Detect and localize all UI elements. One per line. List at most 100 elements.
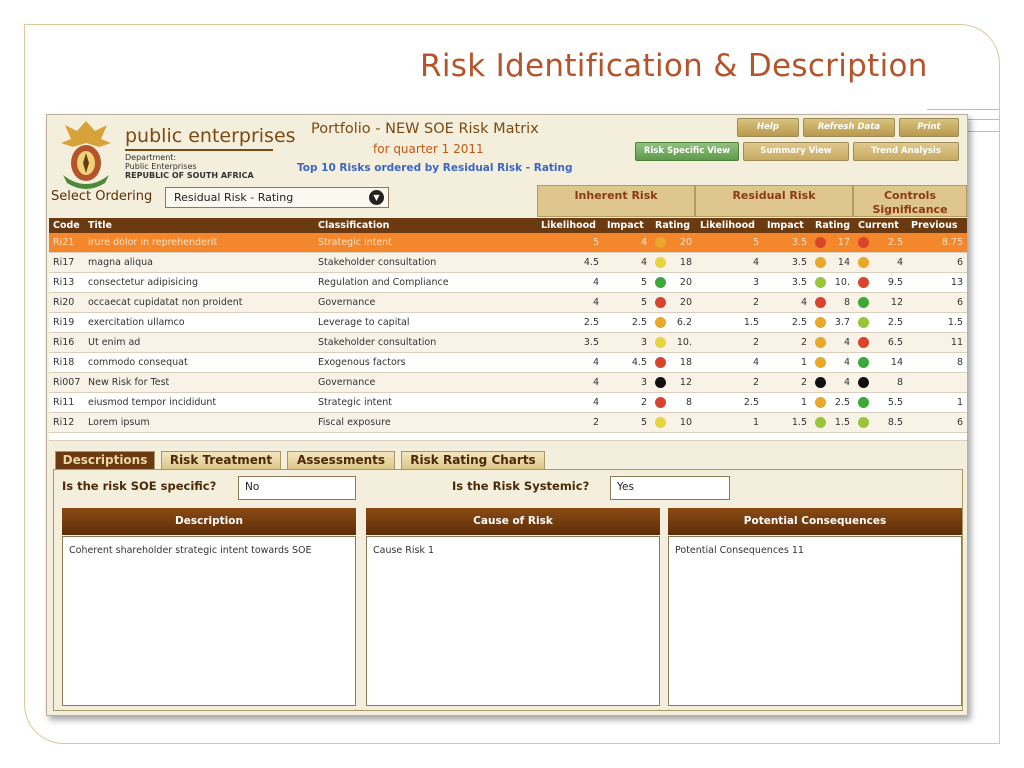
col-title[interactable]: Title — [84, 218, 314, 233]
residual-rating: 14 — [811, 253, 854, 272]
residual-impact: 2 — [800, 337, 807, 348]
residual-impact: 1 — [800, 397, 807, 408]
potential-consequences-textarea[interactable]: Potential Consequences 11 — [668, 536, 962, 706]
help-button[interactable]: Help — [737, 118, 799, 137]
table-row[interactable]: Ri21 irure dolor in reprehenderit Strategi… — [49, 233, 967, 253]
risk-classification: Stakeholder consultation — [318, 337, 437, 348]
trend-analysis-button[interactable]: Trend Analysis — [853, 142, 959, 161]
table-row[interactable]: Ri20 occaecat cupidatat non proident Gover… — [49, 293, 967, 313]
description-textarea[interactable]: Coherent shareholder strategic intent to… — [62, 536, 356, 706]
control-status-icon — [858, 397, 869, 408]
description-header: Description — [62, 508, 356, 535]
table-row[interactable]: Ri17 magna aliqua Stakeholder consultation… — [49, 253, 967, 273]
inherent-rating-value: 10 — [679, 417, 692, 428]
table-row[interactable]: Ri19 exercitation ullamco Leverage to capi… — [49, 313, 967, 333]
table-row[interactable]: Ri11 eiusmod tempor incididunt Strategic i… — [49, 393, 967, 413]
risk-code: Ri007 — [53, 377, 81, 388]
table-row[interactable]: Ri007 New Risk for Test Governance 4 3 12 2 2 4 8 — [49, 373, 967, 393]
col-residual-likelihood[interactable]: Likelihood — [696, 218, 763, 233]
residual-impact: 3.5 — [791, 277, 807, 288]
previous-control: 6 — [956, 297, 963, 308]
risk-table: Code Title Classification Likelihood Imp… — [49, 218, 967, 441]
residual-likelihood: 3 — [752, 277, 759, 288]
residual-rating-value: 3.7 — [834, 317, 850, 328]
risk-classification: Governance — [318, 297, 376, 308]
tab-assessments[interactable]: Assessments — [287, 451, 395, 469]
risk-code: Ri18 — [53, 357, 75, 368]
risk-title: irure dolor in reprehenderit — [88, 237, 218, 248]
refresh-data-button[interactable]: Refresh Data — [803, 118, 895, 137]
inherent-impact: 4 — [640, 237, 647, 248]
col-classification[interactable]: Classification — [314, 218, 537, 233]
quarter-label: for quarter 1 2011 — [373, 142, 484, 156]
residual-rating: 3.7 — [811, 313, 854, 332]
inherent-rating-value: 20 — [679, 277, 692, 288]
table-row[interactable]: Ri18 commodo consequat Exogenous factors 4 4… — [49, 353, 967, 373]
residual-rating-value: 17 — [837, 237, 850, 248]
current-control: 9.5 — [854, 273, 907, 292]
control-status-icon — [858, 317, 869, 328]
previous-control: 11 — [950, 337, 963, 348]
summary-view-button[interactable]: Summary View — [743, 142, 849, 161]
risk-title: commodo consequat — [88, 357, 188, 368]
rating-status-icon — [815, 337, 826, 348]
rating-status-icon — [815, 357, 826, 368]
inherent-impact: 2 — [640, 397, 647, 408]
inherent-likelihood: 2.5 — [583, 317, 599, 328]
inherent-rating-value: 8 — [685, 397, 692, 408]
tab-risk-treatment[interactable]: Risk Treatment — [161, 451, 281, 469]
cause-of-risk-textarea[interactable]: Cause Risk 1 — [366, 536, 660, 706]
current-control: 5.5 — [854, 393, 907, 412]
col-inherent-rating[interactable]: Rating — [651, 218, 696, 233]
inherent-rating-value: 12 — [679, 377, 692, 388]
inherent-rating: 10. — [651, 333, 696, 352]
tab-descriptions[interactable]: Descriptions — [55, 451, 155, 469]
col-code[interactable]: Code — [49, 218, 84, 233]
previous-control: 1 — [956, 397, 963, 408]
col-previous[interactable]: Previous — [907, 218, 967, 233]
current-control-value: 2.5 — [887, 317, 903, 328]
previous-control: 1.5 — [947, 317, 963, 328]
col-current[interactable]: Current — [854, 218, 907, 233]
col-residual-impact[interactable]: Impact — [763, 218, 811, 233]
inherent-rating: 6.2 — [651, 313, 696, 332]
risk-matrix-app: public enterprises Department: Public En… — [46, 114, 968, 716]
col-residual-rating[interactable]: Rating — [811, 218, 854, 233]
inherent-risk-header: Inherent Risk — [537, 185, 695, 217]
residual-rating: 10. — [811, 273, 854, 292]
table-row[interactable]: Ri16 Ut enim ad Stakeholder consultation 3.… — [49, 333, 967, 353]
residual-rating: 1.5 — [811, 413, 854, 432]
risk-specific-view-button[interactable]: Risk Specific View — [635, 142, 739, 161]
table-row[interactable]: Ri13 consectetur adipisicing Regulation an… — [49, 273, 967, 293]
rating-status-icon — [655, 277, 666, 288]
tab-risk-rating-charts[interactable]: Risk Rating Charts — [401, 451, 545, 469]
residual-likelihood: 4 — [752, 357, 759, 368]
risk-code: Ri13 — [53, 277, 75, 288]
systemic-field[interactable]: Yes — [610, 476, 730, 500]
col-inherent-impact[interactable]: Impact — [603, 218, 651, 233]
rating-status-icon — [655, 337, 666, 348]
current-control: 4 — [854, 253, 907, 272]
inherent-rating-value: 6.2 — [676, 317, 692, 328]
residual-risk-header: Residual Risk — [695, 185, 853, 217]
previous-control: 8 — [956, 357, 963, 368]
inherent-impact: 2.5 — [631, 317, 647, 328]
soe-specific-field[interactable]: No — [238, 476, 356, 500]
current-control: 2.5 — [854, 313, 907, 332]
inherent-rating-value: 10. — [676, 337, 692, 348]
table-row[interactable]: Ri12 Lorem ipsum Fiscal exposure 2 5 10 1 1.5 1.… — [49, 413, 967, 433]
col-inherent-likelihood[interactable]: Likelihood — [537, 218, 603, 233]
rating-status-icon — [655, 397, 666, 408]
inherent-likelihood: 4 — [592, 357, 599, 368]
ordering-dropdown[interactable]: Residual Risk - Rating ▼ — [165, 187, 389, 208]
print-button[interactable]: Print — [899, 118, 959, 137]
residual-rating-value: 14 — [837, 257, 850, 268]
residual-rating: 4 — [811, 373, 854, 392]
residual-rating-value: 1.5 — [834, 417, 850, 428]
residual-rating-value: 4 — [843, 337, 850, 348]
current-control: 8.5 — [854, 413, 907, 432]
coat-of-arms-icon — [61, 121, 111, 189]
inherent-rating-value: 20 — [679, 297, 692, 308]
chevron-down-icon[interactable]: ▼ — [369, 190, 384, 205]
risk-classification: Strategic intent — [318, 397, 392, 408]
